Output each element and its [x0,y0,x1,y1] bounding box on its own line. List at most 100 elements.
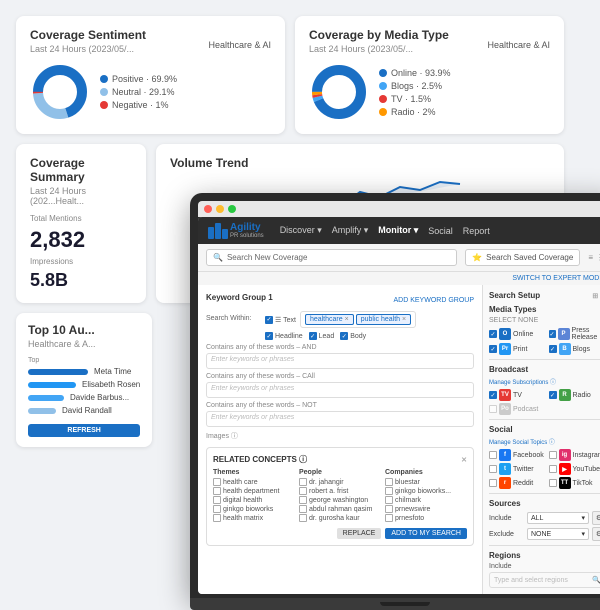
tiktok-item[interactable]: TT TikTok [549,477,600,489]
related-concepts-title: RELATED CONCEPTS ⓘ ✕ [213,454,467,465]
nav-amplify[interactable]: Amplify ▾ [332,225,369,236]
refresh-button[interactable]: REFRESH [28,424,140,437]
company-2[interactable]: ginkgo bioworks... [385,487,467,495]
panel-icons[interactable]: ⊞ ⊡ [592,292,600,300]
legend-neutral: Neutral · 29.1% [100,87,177,97]
filter-icons: ≡ ⋮ [588,253,600,262]
person-5[interactable]: dr. gurosha kaur [299,514,381,522]
theme-1[interactable]: health care [213,478,295,486]
healthcare-tag-text: healthcare [310,316,343,323]
related-title-text: RELATED CONCEPTS ⓘ [213,454,307,465]
headline-checkbox[interactable]: ✓ Headline [265,332,303,340]
healthcare-tag-remove[interactable]: × [345,316,349,323]
replace-button[interactable]: REPLACE [337,528,382,539]
select-none-label[interactable]: SELECT NONE [489,317,600,324]
theme-1-cb [213,478,221,486]
images-label: Images ⓘ [206,433,238,440]
public-health-tag-remove[interactable]: × [402,316,406,323]
sources-exclude-row: Exclude NONE ▾ ⚙ [489,527,600,541]
keywords-tag-container[interactable]: healthcare × public health × [300,311,416,328]
manage-subscriptions-link[interactable]: Manage Subscriptions ⓘ [489,377,600,386]
legend-blogs: Blogs · 2.5% [379,81,451,91]
body-checkbox[interactable]: ✓ Body [340,332,366,340]
include-sources-select[interactable]: ALL ▾ [527,512,589,524]
text-checkbox[interactable]: ✓ ☰ Text [265,311,296,328]
tv-checkbox: ✓ [489,391,497,399]
youtube-item[interactable]: ▶ YouTube [549,463,600,475]
logo-svg [208,223,228,239]
regions-header: Regions ▲ [489,551,600,560]
online-dot [379,69,387,77]
right-panel: Search Setup ⊞ ⊡ Media Types ▲ SELECT NO… [482,285,600,594]
search-new-coverage-tab[interactable]: 🔍 Search New Coverage [206,249,457,266]
add-to-search-button[interactable]: ADD TO MY SEARCH [385,528,467,539]
add-keyword-button[interactable]: ADD KEYWORD GROUP [393,297,474,304]
manage-social-link[interactable]: Manage Social Topics ⓘ [489,437,600,446]
contains-not-input[interactable]: Enter keywords or phrases [206,411,474,427]
total-mentions-value: 2,832 [30,227,132,253]
podcast-checkbox [489,405,497,413]
minimize-window-dot[interactable] [216,205,224,213]
text-checkmark: ✓ [266,316,271,323]
lead-checkbox[interactable]: ✓ Lead [309,332,335,340]
keyword-group-label: Keyword Group 1 [206,293,273,302]
public-health-tag[interactable]: public health × [356,314,411,325]
healthcare-tag[interactable]: healthcare × [305,314,354,325]
nav-social[interactable]: Social [428,225,453,236]
close-window-dot[interactable] [204,205,212,213]
author-name-2: Elisabeth Rosen [82,380,140,389]
instagram-item[interactable]: ig Instagram [549,449,600,461]
exclude-sources-settings[interactable]: ⚙ [592,527,600,541]
blogs-media-item[interactable]: ✓ B Blogs [549,343,600,355]
filter-icon[interactable]: ≡ [588,253,593,262]
sentiment-donut-container: Positive · 69.9% Neutral · 29.1% Negativ… [30,62,271,122]
nav-discover[interactable]: Discover ▾ [280,225,322,236]
nav-monitor[interactable]: Monitor ▾ [378,225,418,236]
more-icon[interactable]: ⋮ [596,253,600,262]
expert-mode-button[interactable]: SWITCH TO EXPERT MODE [512,275,600,282]
company-2-cb [385,487,393,495]
facebook-item[interactable]: f Facebook [489,449,547,461]
close-concepts-button[interactable]: ✕ [461,456,467,464]
regions-placeholder: Type and select regions [494,577,568,584]
theme-2[interactable]: health department [213,487,295,495]
themes-header: Themes [213,469,295,476]
negative-label: Negative · 1% [112,100,169,110]
search-tab-label: Search New Coverage [227,253,307,262]
include-sources-settings[interactable]: ⚙ [592,511,600,525]
theme-4[interactable]: ginkgo bioworks [213,505,295,513]
company-3[interactable]: chilmark [385,496,467,504]
contains-and-input[interactable]: Enter keywords or phrases [206,353,474,369]
theme-5[interactable]: health matrix [213,514,295,522]
broadcast-label: Broadcast [489,365,528,374]
media-types-header: Media Types ▲ [489,305,600,314]
regions-input[interactable]: Type and select regions 🔍 [489,572,600,588]
online-media-item[interactable]: ✓ O Online [489,327,547,341]
contains-call-input[interactable]: Enter keywords or phrases [206,382,474,398]
person-4[interactable]: abdul rahman qasim [299,505,381,513]
twitter-label: Twitter [513,466,534,473]
person-1[interactable]: dr. jahangir [299,478,381,486]
nav-report[interactable]: Report [463,225,490,236]
radio-item[interactable]: ✓ R Radio [549,389,600,401]
company-1[interactable]: bluestar [385,478,467,486]
theme-3[interactable]: digital health [213,496,295,504]
exclude-sources-select[interactable]: NONE ▾ [527,528,589,540]
person-1-cb [299,478,307,486]
maximize-window-dot[interactable] [228,205,236,213]
podcast-item[interactable]: Po Podcast [489,403,547,415]
press-release-item[interactable]: ✓ P Press Release [549,327,600,341]
twitter-item[interactable]: t Twitter [489,463,547,475]
print-media-item[interactable]: ✓ Pr Print [489,343,547,355]
media-legend: Online · 93.9% Blogs · 2.5% TV · 1.5% Ra… [379,68,451,117]
person-2[interactable]: robert a. frist [299,487,381,495]
facebook-label: Facebook [513,452,544,459]
saved-tab-label: Search Saved Coverage [486,253,573,262]
tv-item[interactable]: ✓ TV TV [489,389,547,401]
logo-text: Agility [230,222,264,233]
reddit-item[interactable]: r Reddit [489,477,547,489]
person-3[interactable]: george washington [299,496,381,504]
company-5[interactable]: prnesfoto [385,514,467,522]
company-4[interactable]: prnewswire [385,505,467,513]
search-saved-coverage-tab[interactable]: ⭐ Search Saved Coverage [465,249,580,266]
